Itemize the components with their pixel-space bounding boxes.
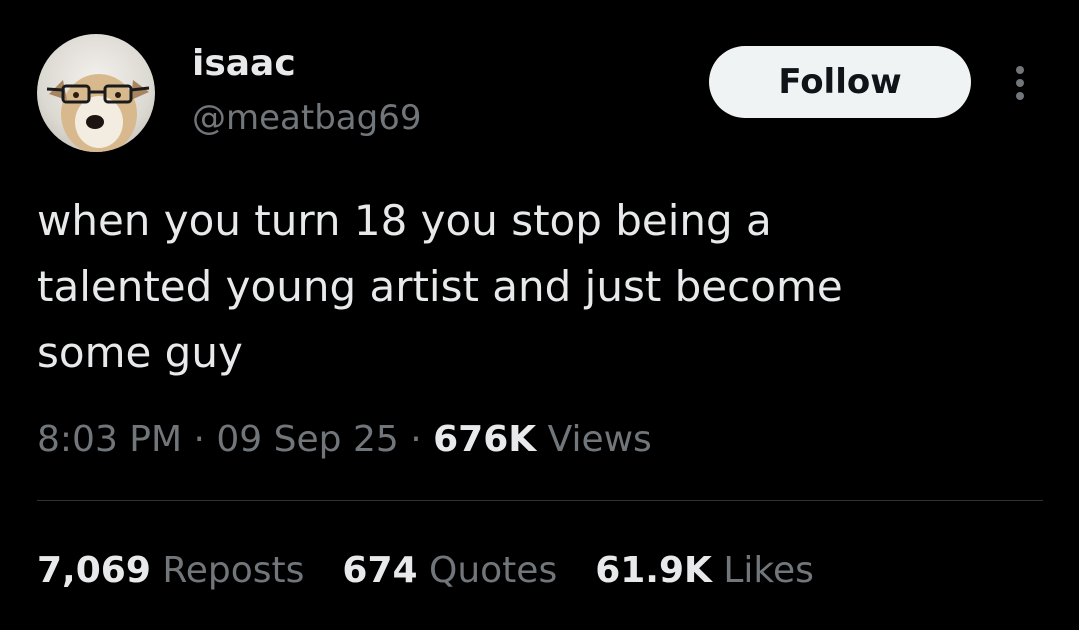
dog-with-glasses-avatar-icon [46,74,150,152]
reposts-label: Reposts [162,550,305,591]
avatar[interactable] [37,34,155,152]
likes-count: 61.9K [595,550,712,591]
more-vertical-icon-dot [1016,79,1024,87]
tweet-meta: 8:03 PM · 09 Sep 25 · 676K Views [37,414,652,466]
quotes-stat[interactable]: 674 Quotes [342,545,557,597]
reposts-count: 7,069 [37,550,151,591]
author-handle[interactable]: @meatbag69 [192,94,421,142]
divider [37,500,1043,501]
author-display-name[interactable]: isaac [192,38,296,90]
follow-button[interactable]: Follow [709,46,971,118]
quotes-label: Quotes [429,550,558,591]
more-options-button[interactable] [1000,58,1040,108]
reposts-stat[interactable]: 7,069 Reposts [37,545,304,597]
views-count: 676K [433,419,537,460]
views-label: Views [547,419,652,460]
tweet-time[interactable]: 8:03 PM [37,419,182,460]
tweet-text: when you turn 18 you stop being a talent… [37,196,843,377]
meta-separator: · [398,419,434,460]
tweet-card: isaac @meatbag69 Follow when you turn 18… [0,0,1079,630]
more-vertical-icon [1016,66,1024,74]
meta-separator: · [182,419,217,460]
engagement-stats: 7,069 Reposts 674 Quotes 61.9K Likes [37,545,814,597]
more-vertical-icon-dot [1016,92,1024,100]
tweet-date[interactable]: 09 Sep 25 [216,419,398,460]
quotes-count: 674 [342,550,418,591]
likes-stat[interactable]: 61.9K Likes [595,545,814,597]
likes-label: Likes [723,550,814,591]
